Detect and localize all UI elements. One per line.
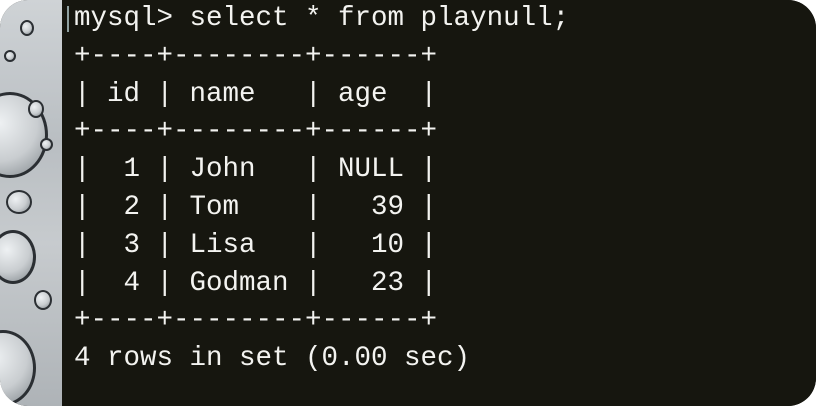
water-drop-decoration bbox=[4, 50, 16, 62]
water-drop-decoration bbox=[40, 138, 53, 151]
water-drop-decoration bbox=[6, 190, 32, 214]
table-border-top: +----+--------+------+ bbox=[74, 40, 438, 72]
water-drop-decoration bbox=[20, 20, 34, 36]
result-summary: 4 rows in set (0.00 sec) bbox=[74, 343, 471, 375]
terminal-output[interactable]: mysql> select * from playnull; +----+----… bbox=[74, 0, 569, 378]
desktop-wallpaper bbox=[0, 0, 62, 406]
water-drop-decoration bbox=[28, 100, 44, 118]
text-cursor-marker bbox=[67, 6, 69, 32]
table-row: | 1 | John | NULL | bbox=[74, 154, 438, 186]
table-border-bottom: +----+--------+------+ bbox=[74, 305, 438, 337]
water-drop-decoration bbox=[0, 230, 36, 284]
table-header-row: | id | name | age | bbox=[74, 78, 438, 110]
water-drop-decoration bbox=[34, 290, 52, 310]
water-drop-decoration bbox=[0, 330, 36, 406]
table-row: | 4 | Godman | 23 | bbox=[74, 267, 438, 299]
table-row: | 2 | Tom | 39 | bbox=[74, 191, 438, 223]
table-border-header: +----+--------+------+ bbox=[74, 116, 438, 148]
table-row: | 3 | Lisa | 10 | bbox=[74, 229, 438, 261]
terminal-line-prompt: mysql> select * from playnull; bbox=[74, 3, 570, 34]
screenshot-frame: mysql> select * from playnull; +----+----… bbox=[0, 0, 816, 406]
